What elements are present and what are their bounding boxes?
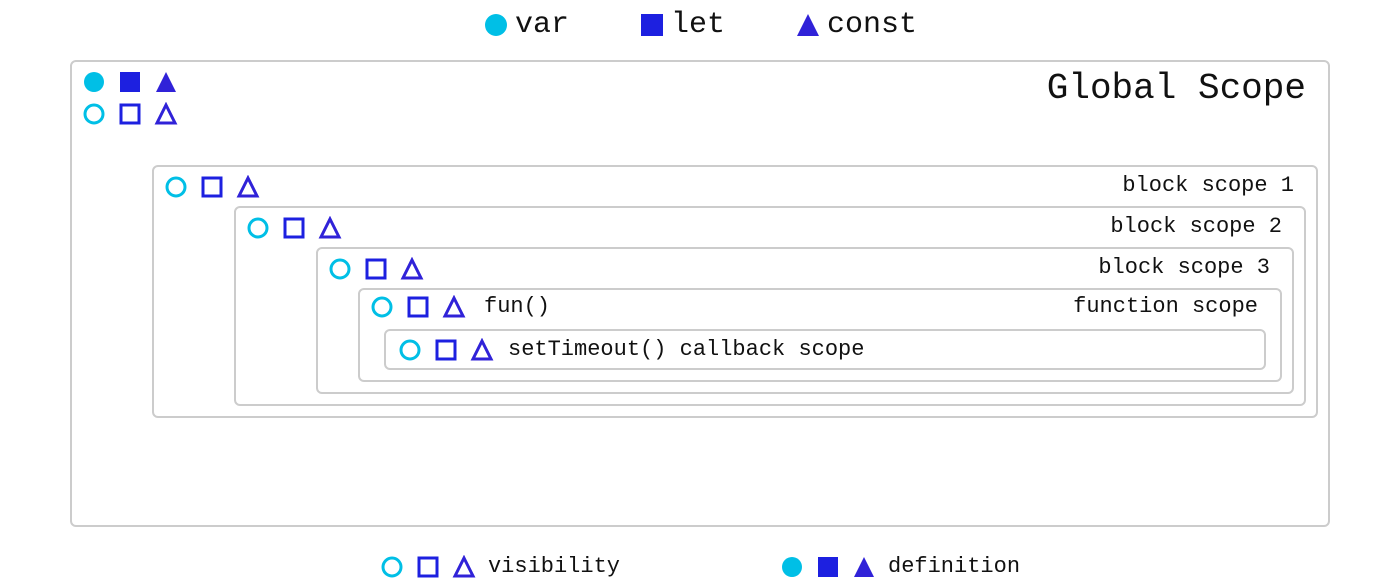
scope-callback: setTimeout() callback scope	[384, 329, 1266, 370]
legend-top: var let const	[0, 8, 1400, 42]
block3-header: block scope 3	[318, 249, 1292, 282]
legend-let-label: let	[671, 8, 725, 42]
visibility-row	[328, 257, 424, 281]
triangle-outline-icon	[154, 102, 178, 126]
callback-label: setTimeout() callback scope	[508, 337, 864, 362]
legend-const-label: const	[827, 8, 917, 42]
legend-definition-label: definition	[888, 554, 1020, 579]
triangle-icon	[154, 70, 178, 94]
triangle-outline-icon	[470, 338, 494, 362]
scope-title: Global Scope	[1047, 68, 1306, 109]
block2-icons	[246, 216, 342, 240]
block1-header: block scope 1	[154, 167, 1316, 200]
triangle-outline-icon	[442, 295, 466, 319]
square-outline-icon	[406, 295, 430, 319]
scope-title: block scope 1	[1122, 173, 1294, 198]
scope-block1: block scope 1 block scope	[152, 165, 1318, 418]
circle-outline-icon	[380, 555, 404, 579]
square-icon	[118, 70, 142, 94]
triangle-outline-icon	[318, 216, 342, 240]
scope-block2: block scope 2	[234, 206, 1306, 406]
square-outline-icon	[200, 175, 224, 199]
function-name-label: fun()	[484, 294, 1073, 319]
square-outline-icon	[282, 216, 306, 240]
triangle-icon	[795, 12, 821, 38]
visibility-row	[398, 338, 494, 362]
visibility-row	[164, 175, 260, 199]
legend-definition: definition	[780, 554, 1020, 579]
scope-title: block scope 2	[1110, 214, 1282, 239]
square-outline-icon	[416, 555, 440, 579]
square-outline-icon	[364, 257, 388, 281]
definition-row	[82, 70, 178, 94]
visibility-row	[370, 295, 466, 319]
visibility-row	[246, 216, 342, 240]
scope-function: fun() function scope	[358, 288, 1282, 382]
triangle-outline-icon	[400, 257, 424, 281]
legend-bottom: visibility definition	[0, 554, 1400, 579]
legend-var: var	[483, 8, 569, 42]
circle-icon	[780, 555, 804, 579]
square-icon	[816, 555, 840, 579]
circle-icon	[82, 70, 106, 94]
triangle-icon	[852, 555, 876, 579]
legend-visibility: visibility	[380, 554, 620, 579]
scope-global: Global Scope block scope 1	[70, 60, 1330, 527]
global-header: Global Scope	[72, 62, 1328, 111]
scope-title: block scope 3	[1098, 255, 1270, 280]
legend-var-label: var	[515, 8, 569, 42]
block2-header: block scope 2	[236, 208, 1304, 241]
square-outline-icon	[118, 102, 142, 126]
circle-outline-icon	[246, 216, 270, 240]
square-outline-icon	[434, 338, 458, 362]
triangle-outline-icon	[236, 175, 260, 199]
visibility-row	[82, 102, 178, 126]
scope-title: function scope	[1073, 294, 1258, 319]
scope-block3: block scope 3	[316, 247, 1294, 394]
square-icon	[639, 12, 665, 38]
block1-icons	[164, 175, 260, 199]
global-icons	[82, 70, 178, 126]
legend-let: let	[639, 8, 725, 42]
circle-outline-icon	[398, 338, 422, 362]
circle-outline-icon	[164, 175, 188, 199]
legend-const: const	[795, 8, 917, 42]
function-header: fun() function scope	[360, 290, 1280, 323]
legend-visibility-label: visibility	[488, 554, 620, 579]
circle-outline-icon	[82, 102, 106, 126]
diagram-canvas: var let const Global Scope	[0, 0, 1400, 587]
circle-outline-icon	[370, 295, 394, 319]
block3-icons	[328, 257, 424, 281]
circle-icon	[483, 12, 509, 38]
circle-outline-icon	[328, 257, 352, 281]
triangle-outline-icon	[452, 555, 476, 579]
